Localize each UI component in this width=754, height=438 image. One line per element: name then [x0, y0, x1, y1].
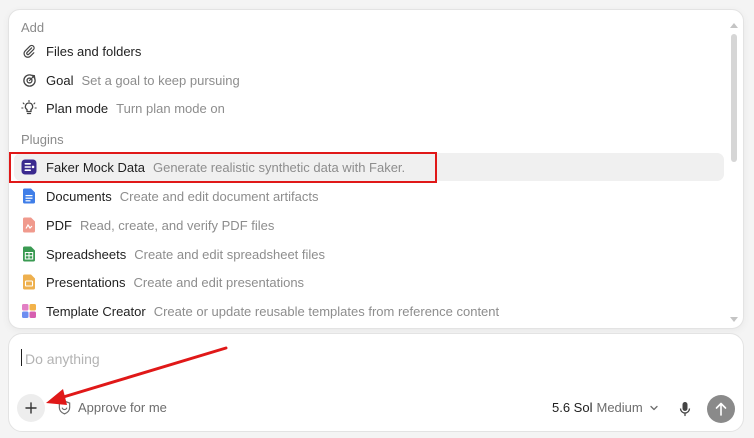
menu-item-template-creator[interactable]: Template Creator Create or update reusab… — [14, 297, 724, 325]
section-label-add: Add — [21, 20, 45, 35]
shield-smile-icon — [57, 399, 73, 415]
document-icon — [20, 187, 38, 205]
goal-icon — [20, 71, 38, 89]
menu-item-description: Create and edit spreadsheet files — [134, 246, 326, 262]
paperclip-icon — [20, 42, 38, 60]
prompt-input[interactable] — [23, 348, 707, 370]
model-name: 5.6 Sol — [552, 400, 593, 415]
plus-icon — [25, 402, 37, 414]
approve-for-me-toggle[interactable]: Approve for me — [57, 399, 167, 415]
menu-item-description: Create and edit document artifacts — [119, 188, 319, 204]
chevron-down-icon — [649, 403, 659, 413]
faker-icon — [20, 158, 38, 176]
menu-item-goal[interactable]: Goal Set a goal to keep pursuing — [14, 66, 724, 94]
menu-item-name: Spreadsheets — [46, 246, 127, 262]
composer: Approve for me 5.6 Sol Medium — [8, 333, 744, 432]
menu-item-name: Documents — [46, 188, 112, 204]
spreadsheet-icon — [20, 245, 38, 263]
menu-item-presentations[interactable]: Presentations Create and edit presentati… — [14, 268, 724, 296]
model-effort: Medium — [596, 400, 643, 415]
scroll-up-arrow-icon[interactable] — [730, 23, 738, 28]
add-button[interactable] — [17, 394, 45, 422]
menu-item-name: Plan mode — [46, 100, 109, 116]
menu-item-spreadsheets[interactable]: Spreadsheets Create and edit spreadsheet… — [14, 240, 724, 268]
menu-item-description: Set a goal to keep pursuing — [81, 72, 240, 88]
text-caret — [21, 349, 22, 366]
arrow-up-icon — [715, 402, 727, 416]
add-menu-popup: Add Files and folders Goal Set a goal to… — [8, 9, 744, 329]
menu-item-description: Create or update reusable templates from… — [153, 303, 500, 319]
menu-item-description: Read, create, and verify PDF files — [80, 217, 275, 233]
menu-item-documents[interactable]: Documents Create and edit document artif… — [14, 182, 724, 210]
pdf-icon — [20, 216, 38, 234]
menu-item-faker-mock-data[interactable]: Faker Mock Data Generate realistic synth… — [14, 153, 724, 181]
menu-item-description: Create and edit presentations — [133, 274, 305, 290]
menu-item-name: Goal — [46, 72, 74, 88]
presentation-icon — [20, 273, 38, 291]
lightbulb-icon — [20, 99, 38, 117]
menu-item-name: Faker Mock Data — [46, 159, 145, 175]
menu-item-name: Presentations — [46, 274, 126, 290]
menu-item-plan-mode[interactable]: Plan mode Turn plan mode on — [14, 94, 724, 122]
menu-item-pdf[interactable]: PDF Read, create, and verify PDF files — [14, 211, 724, 239]
send-button[interactable] — [707, 395, 735, 423]
section-label-plugins: Plugins — [21, 132, 64, 147]
menu-item-files-and-folders[interactable]: Files and folders — [14, 37, 724, 65]
menu-item-name: Files and folders — [46, 43, 142, 59]
approve-label: Approve for me — [78, 399, 167, 415]
microphone-icon[interactable] — [677, 400, 693, 418]
menu-scrollbar-thumb[interactable] — [731, 34, 737, 162]
template-icon — [20, 302, 38, 320]
menu-item-description: Turn plan mode on — [116, 100, 225, 116]
model-selector[interactable]: 5.6 Sol Medium — [552, 400, 659, 415]
menu-item-description: Generate realistic synthetic data with F… — [152, 159, 406, 175]
scroll-down-arrow-icon[interactable] — [730, 317, 738, 322]
menu-item-name: Template Creator — [46, 303, 146, 319]
menu-item-name: PDF — [46, 217, 72, 233]
